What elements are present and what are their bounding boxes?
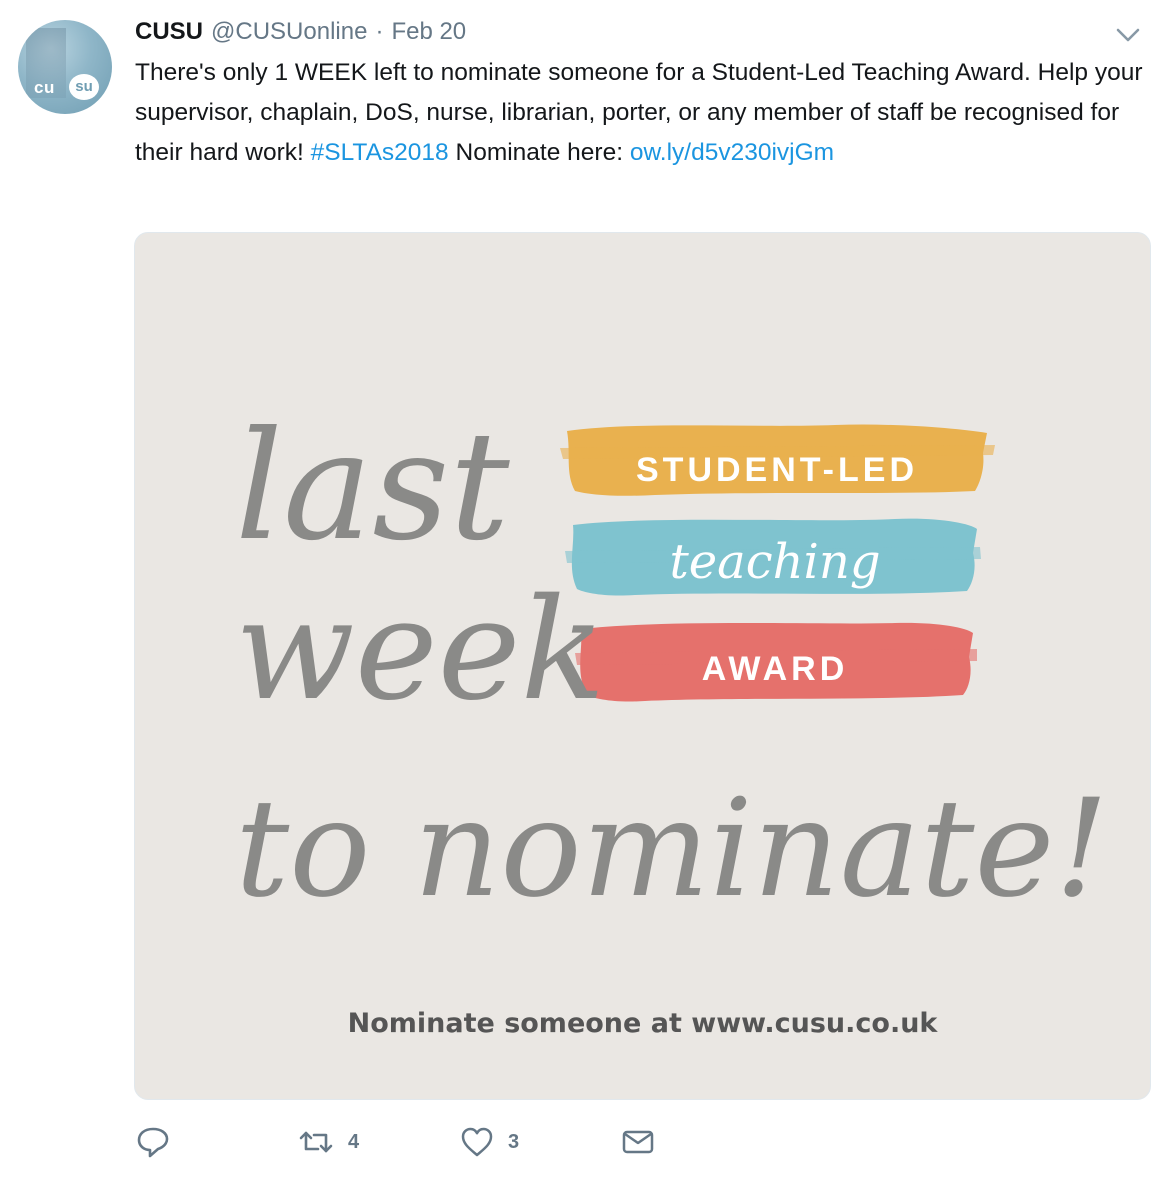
script-last: last: [235, 400, 510, 574]
tweet-text: There's only 1 WEEK left to nominate som…: [135, 53, 1145, 173]
award-graphic: STUDENT-LED teaching AWARD last week to …: [235, 400, 1109, 927]
url-link[interactable]: ow.ly/d5v230ivjGm: [630, 139, 834, 166]
tweet-media-image[interactable]: STUDENT-LED teaching AWARD last week to …: [134, 232, 1151, 1100]
avatar[interactable]: cu su: [18, 20, 112, 114]
tweet-text-tail: Nominate here:: [448, 139, 630, 166]
retweet-button[interactable]: 4: [298, 1124, 359, 1160]
retweet-icon: [299, 1131, 333, 1153]
like-count: 3: [508, 1130, 520, 1153]
envelope-icon: [622, 1130, 654, 1154]
like-button[interactable]: 3: [460, 1124, 519, 1160]
band-teaching: teaching: [565, 518, 981, 596]
author-name[interactable]: CUSU: [135, 18, 203, 46]
band-student-led: STUDENT-LED: [560, 424, 995, 496]
author-handle[interactable]: @CUSUonline: [211, 18, 367, 46]
tweet-actions: 4 3: [135, 1124, 735, 1160]
script-week: week: [235, 569, 605, 732]
band-teaching-label: teaching: [669, 534, 880, 590]
retweet-count: 4: [348, 1130, 360, 1153]
nominate-cta: Nominate someone at www.cusu.co.uk: [347, 1008, 938, 1039]
tweet: cu su CUSU @CUSUonline · Feb 20 There's …: [0, 0, 1168, 1178]
separator-dot: ·: [375, 18, 384, 45]
heart-icon: [461, 1127, 493, 1157]
script-to-nominate: to nominate!: [235, 770, 1109, 927]
hashtag-link[interactable]: #SLTAs2018: [311, 139, 449, 166]
tweet-header: CUSU @CUSUonline · Feb 20: [135, 18, 466, 48]
band-student-led-label: STUDENT-LED: [636, 451, 918, 489]
chevron-down-icon[interactable]: [1114, 26, 1142, 44]
avatar-logo-su: su: [69, 74, 99, 100]
direct-message-button[interactable]: [621, 1124, 655, 1160]
tweet-date[interactable]: Feb 20: [391, 18, 466, 46]
reply-icon: [137, 1127, 169, 1158]
reply-button[interactable]: [135, 1124, 171, 1160]
band-award-label: AWARD: [702, 650, 849, 688]
band-award: AWARD: [575, 622, 977, 702]
avatar-logo-cu: cu: [34, 78, 55, 97]
